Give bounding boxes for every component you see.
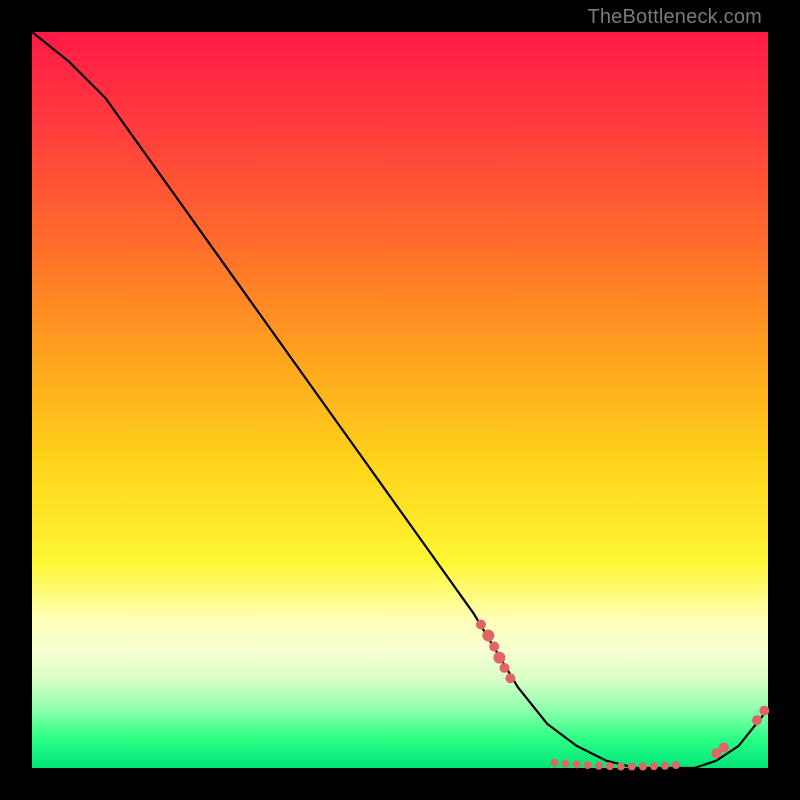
data-point <box>489 642 499 652</box>
chart-frame: TheBottleneck.com <box>0 0 800 800</box>
curve-line <box>32 32 768 768</box>
data-point <box>573 760 581 768</box>
data-point <box>719 742 729 752</box>
data-point <box>639 763 647 771</box>
data-point <box>650 762 658 770</box>
data-point <box>505 673 515 683</box>
data-point <box>595 762 603 770</box>
chart-overlay <box>32 32 768 768</box>
data-point <box>551 759 559 767</box>
data-point <box>661 762 669 770</box>
data-markers <box>476 619 769 770</box>
watermark-text: TheBottleneck.com <box>587 6 762 29</box>
data-point <box>562 760 570 768</box>
data-point <box>584 761 592 769</box>
data-point <box>606 762 614 770</box>
data-point <box>500 663 510 673</box>
data-point <box>493 652 505 664</box>
data-point <box>672 761 680 769</box>
data-point <box>476 619 486 629</box>
data-point <box>628 763 636 771</box>
data-point <box>752 715 762 725</box>
data-point <box>759 706 769 716</box>
data-point <box>482 630 494 642</box>
data-point <box>617 763 625 771</box>
